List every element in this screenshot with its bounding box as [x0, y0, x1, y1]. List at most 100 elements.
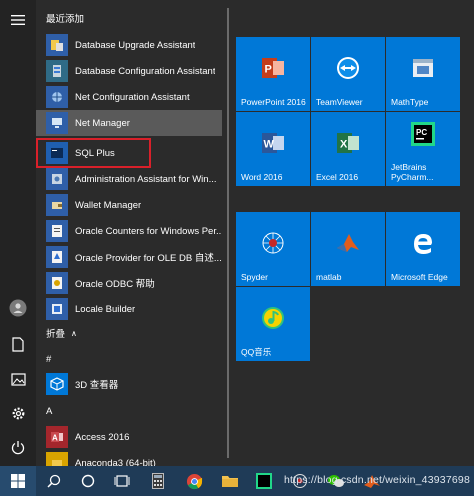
app-net-manager[interactable]: Net Manager [36, 110, 222, 136]
app-anaconda3[interactable]: Anaconda3 (64-bit) [36, 450, 222, 466]
windows-logo-icon [11, 474, 25, 488]
pycharm-icon: PC [411, 122, 435, 147]
spyder-icon [260, 230, 286, 256]
app-oracle-provider-ole-db[interactable]: Oracle Provider for OLE DB 自述... [36, 244, 222, 270]
net-config-icon [46, 86, 68, 108]
start-rail [0, 0, 36, 466]
task-view-icon [114, 475, 130, 487]
start-menu: 最近添加 Database Upgrade Assistant Database… [0, 0, 474, 466]
hamburger-menu-button[interactable] [0, 4, 36, 36]
svg-text:A: A [52, 434, 58, 443]
app-locale-builder[interactable]: Locale Builder [36, 296, 222, 322]
app-label: Access 2016 [75, 431, 130, 443]
tile-label: MathType [391, 97, 429, 107]
taskbar-file-explorer[interactable] [212, 466, 248, 496]
app-net-configuration-assistant[interactable]: Net Configuration Assistant [36, 84, 222, 110]
tile-spyder[interactable]: Spyder [236, 212, 310, 286]
app-administration-assistant[interactable]: Administration Assistant for Win... [36, 166, 222, 192]
taskbar: https://blog.csdn.net/weixin_43937698 [0, 466, 474, 496]
app-database-upgrade-assistant[interactable]: Database Upgrade Assistant [36, 32, 222, 58]
collapse-button[interactable]: 折叠 ∧ [36, 321, 222, 345]
teamviewer-icon [335, 55, 361, 81]
cortana-button[interactable] [70, 466, 106, 496]
tile-label: matlab [316, 272, 342, 282]
svg-text:X: X [340, 139, 348, 151]
app-list: 最近添加 Database Upgrade Assistant Database… [36, 0, 228, 466]
gear-icon [12, 407, 24, 419]
start-button[interactable] [0, 466, 36, 496]
svg-text:W: W [264, 139, 275, 151]
document-icon [12, 336, 24, 352]
app-3d-viewer[interactable]: 3D 查看器 [36, 371, 222, 397]
tile-excel[interactable]: X Excel 2016 [311, 112, 385, 186]
collapse-label: 折叠 [46, 329, 66, 340]
app-oracle-odbc-help[interactable]: Oracle ODBC 帮助 [36, 270, 222, 296]
tile-label: Word 2016 [241, 172, 283, 182]
oracle-counters-icon [46, 220, 68, 242]
tile-matlab[interactable]: matlab [311, 212, 385, 286]
svg-text:P: P [265, 64, 272, 76]
search-button[interactable] [36, 466, 72, 496]
settings-button[interactable] [0, 397, 36, 429]
database-upgrade-icon [46, 34, 68, 56]
app-label: Oracle Counters for Windows Per... [75, 225, 222, 237]
tile-label: QQ音乐 [241, 347, 272, 357]
tile-label: TeamViewer [316, 97, 363, 107]
folder-icon [222, 476, 238, 487]
edge-icon [410, 230, 436, 256]
app-label: Oracle ODBC 帮助 [75, 279, 155, 290]
documents-button[interactable] [0, 328, 36, 360]
svg-text:PC: PC [416, 128, 427, 137]
taskbar-pycharm[interactable] [246, 466, 282, 496]
hamburger-icon [11, 15, 25, 25]
tile-qqmusic[interactable]: QQ音乐 [236, 287, 310, 361]
app-label: Anaconda3 (64-bit) [75, 457, 156, 467]
3d-viewer-icon [46, 373, 68, 395]
taskbar-chrome[interactable] [176, 466, 212, 496]
user-account-button[interactable] [0, 292, 36, 324]
cortana-circle-icon [81, 474, 95, 488]
tile-powerpoint[interactable]: P PowerPoint 2016 [236, 37, 310, 111]
tile-label: JetBrains PyCharm... [391, 162, 434, 182]
oracle-odbc-icon [46, 272, 68, 294]
user-avatar-icon [9, 299, 27, 317]
app-label: Net Manager [75, 117, 130, 129]
pycharm-taskbar-icon [256, 473, 272, 489]
power-icon [11, 440, 25, 454]
app-list-scrollbar[interactable] [227, 8, 229, 458]
app-label: Net Configuration Assistant [75, 91, 190, 103]
app-label: Database Configuration Assistant [75, 65, 216, 77]
tile-microsoft-edge[interactable]: Microsoft Edge [386, 212, 460, 286]
tile-mathtype[interactable]: MathType [386, 37, 460, 111]
tile-teamviewer[interactable]: TeamViewer [311, 37, 385, 111]
tile-label: Microsoft Edge [391, 272, 448, 282]
database-config-icon [46, 60, 68, 82]
app-access-2016[interactable]: A Access 2016 [36, 424, 222, 450]
sqlplus-highlight-annotation [36, 138, 151, 168]
tile-pycharm[interactable]: PC JetBrains PyCharm... [386, 112, 460, 186]
taskbar-calculator[interactable] [140, 466, 176, 496]
app-label: 3D 查看器 [75, 380, 119, 391]
section-hash-header[interactable]: # [46, 350, 51, 370]
app-wallet-manager[interactable]: Wallet Manager [36, 192, 222, 218]
app-oracle-counters[interactable]: Oracle Counters for Windows Per... [36, 218, 222, 244]
app-label: Locale Builder [75, 303, 136, 315]
task-view-button[interactable] [104, 466, 140, 496]
app-label: Database Upgrade Assistant [75, 39, 196, 51]
anaconda-icon [46, 452, 68, 466]
tile-label: PowerPoint 2016 [241, 97, 306, 107]
chevron-up-icon: ∧ [71, 328, 77, 338]
oracle-provider-icon [46, 246, 68, 268]
power-button[interactable] [0, 431, 36, 463]
csdn-watermark: https://blog.csdn.net/weixin_43937698 [283, 474, 470, 486]
search-icon [47, 474, 61, 488]
tile-word[interactable]: W Word 2016 [236, 112, 310, 186]
pictures-button[interactable] [0, 363, 36, 395]
app-label: Administration Assistant for Win... [75, 173, 217, 185]
admin-assistant-icon [46, 168, 68, 190]
recently-added-header: 最近添加 [46, 14, 85, 25]
app-label: Wallet Manager [75, 199, 142, 211]
section-a-header[interactable]: A [46, 402, 52, 422]
tile-label: Excel 2016 [316, 172, 359, 182]
app-database-configuration-assistant[interactable]: Database Configuration Assistant [36, 58, 222, 84]
